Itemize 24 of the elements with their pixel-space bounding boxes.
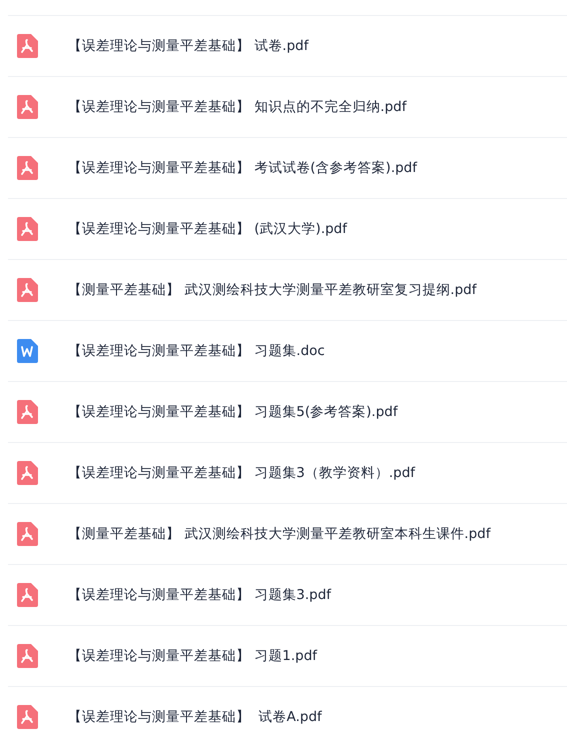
- file-name[interactable]: 【测量平差基础】 武汉测绘科技大学测量平差教研室复习提纲.pdf: [68, 281, 476, 299]
- pdf-file-icon: [16, 95, 38, 119]
- file-name[interactable]: 【误差理论与测量平差基础】 考试试卷(含参考答案).pdf: [68, 159, 418, 177]
- file-name[interactable]: 【误差理论与测量平差基础】 习题1.pdf: [68, 647, 318, 665]
- file-name[interactable]: 【误差理论与测量平差基础】 (武汉大学).pdf: [68, 220, 348, 238]
- pdf-file-icon: [16, 461, 38, 485]
- pdf-file-icon: [16, 217, 38, 241]
- pdf-file-icon: [16, 400, 38, 424]
- pdf-file-icon: [16, 644, 38, 668]
- pdf-file-icon: [16, 156, 38, 180]
- pdf-file-icon: [16, 34, 38, 58]
- pdf-file-icon: [16, 278, 38, 302]
- file-name[interactable]: 【误差理论与测量平差基础】 习题集3.pdf: [68, 586, 332, 604]
- pdf-file-icon: [16, 522, 38, 546]
- word-file-icon: [16, 339, 38, 363]
- file-name[interactable]: 【误差理论与测量平差基础】 习题集.doc: [68, 342, 325, 360]
- file-name[interactable]: 【测量平差基础】 武汉测绘科技大学测量平差教研室本科生课件.pdf: [68, 525, 490, 543]
- file-name[interactable]: 【误差理论与测量平差基础】 知识点的不完全归纳.pdf: [68, 98, 406, 116]
- pdf-file-icon: [16, 583, 38, 607]
- pdf-file-icon: [16, 705, 38, 729]
- file-name[interactable]: 【误差理论与测量平差基础】 习题集3（教学资料）.pdf: [68, 464, 416, 482]
- file-name[interactable]: 【误差理论与测量平差基础】 试卷.pdf: [68, 37, 308, 55]
- file-name[interactable]: 【误差理论与测量平差基础】 试卷A.pdf: [68, 708, 322, 726]
- file-name[interactable]: 【误差理论与测量平差基础】 习题集5(参考答案).pdf: [68, 403, 398, 421]
